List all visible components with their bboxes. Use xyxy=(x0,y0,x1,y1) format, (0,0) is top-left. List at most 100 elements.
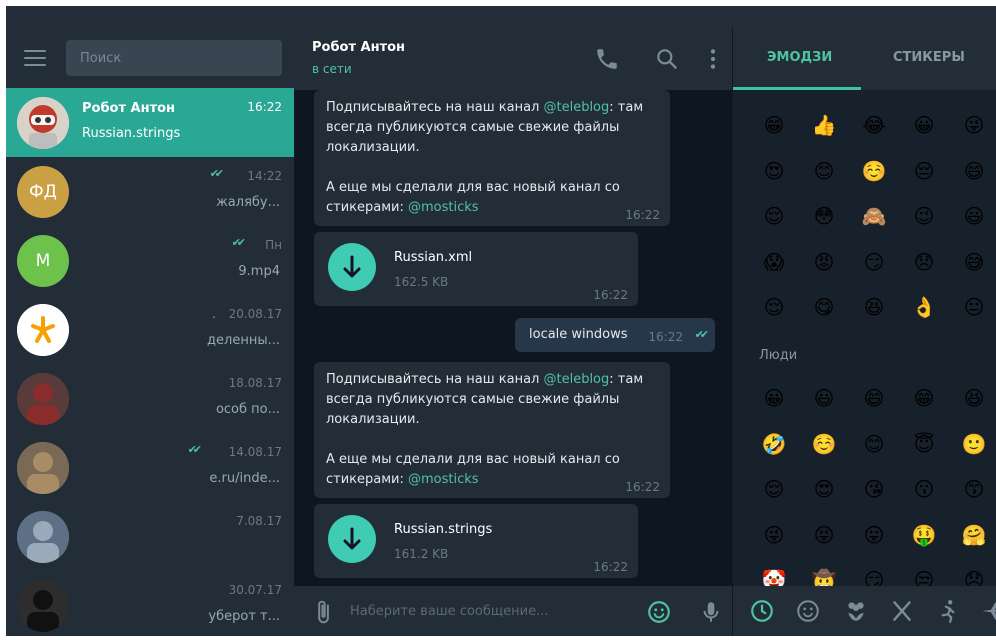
emoji-item[interactable]: 😳 xyxy=(809,201,839,231)
emoji-item[interactable]: 😊 xyxy=(859,429,889,459)
emoji-item[interactable]: 😜 xyxy=(759,520,789,550)
avatar xyxy=(17,442,69,494)
microphone-icon[interactable] xyxy=(698,599,724,625)
chat-list-item[interactable]: 7.08.17 xyxy=(6,502,294,571)
emoji-item[interactable]: 😘 xyxy=(859,474,889,504)
emoji-item[interactable]: 🤡 xyxy=(759,565,789,586)
emoji-item[interactable]: 😛 xyxy=(859,520,889,550)
emoji-item[interactable]: 😏 xyxy=(859,565,889,586)
message-input[interactable] xyxy=(350,599,630,623)
emoji-item[interactable]: 😍 xyxy=(759,156,789,186)
chat-list-item[interactable]: 20.08.17. деленны... xyxy=(6,295,294,364)
emoji-item[interactable]: 😜 xyxy=(959,110,989,140)
emoji-item[interactable]: 😱 xyxy=(759,247,789,277)
tab-stickers[interactable]: СТИКЕРЫ xyxy=(893,50,965,65)
emoji-item[interactable]: 😏 xyxy=(859,247,889,277)
phone-icon[interactable] xyxy=(594,46,620,72)
emoji-item[interactable]: 😞 xyxy=(959,565,989,586)
emoji-item[interactable]: ☺️ xyxy=(859,156,889,186)
chat-preview: 9.mp4 xyxy=(238,264,280,279)
emoji-item[interactable]: 😂 xyxy=(859,110,889,140)
chat-list-item[interactable]: 18.08.17 особ по... xyxy=(6,364,294,433)
chat-list-item[interactable]: ФД 14:22 ✔✔ жалябу... xyxy=(6,157,294,226)
food-utensils-icon[interactable] xyxy=(889,598,915,624)
message-line: локализации. xyxy=(326,140,420,155)
channel-link[interactable]: @mosticks xyxy=(408,472,479,487)
emoji-item[interactable]: 😊 xyxy=(809,156,839,186)
emoji-item[interactable]: 👍 xyxy=(809,110,839,140)
download-icon[interactable] xyxy=(328,515,376,563)
emoji-item[interactable]: 🤑 xyxy=(909,520,939,550)
emoji-item[interactable]: ☺️ xyxy=(809,429,839,459)
emoji-item[interactable]: 😌 xyxy=(759,201,789,231)
message-bubble: Подписывайтесь на наш канал @teleblog: т… xyxy=(314,90,670,226)
emoji-item[interactable]: 😙 xyxy=(959,474,989,504)
emoji-item[interactable]: 😌 xyxy=(759,474,789,504)
attach-icon[interactable] xyxy=(310,599,336,625)
emoji-item[interactable]: 😉 xyxy=(909,201,939,231)
emoji-item[interactable]: 😆 xyxy=(859,292,889,322)
more-vertical-icon[interactable] xyxy=(700,46,726,72)
message-line: Подписывайтесь на наш канал @teleblog: т… xyxy=(326,98,658,118)
emoji-item[interactable]: 😇 xyxy=(909,429,939,459)
tab-emoji[interactable]: ЭМОДЗИ xyxy=(767,50,832,65)
emoji-item[interactable]: 😝 xyxy=(809,520,839,550)
search-input[interactable] xyxy=(66,40,282,76)
chat-list-item[interactable]: 30.07.17 уберот т... xyxy=(6,571,294,636)
emoji-item[interactable]: 😒 xyxy=(909,565,939,586)
chat-list-item[interactable]: 14.08.17 ✔✔ e.ru/inde... xyxy=(6,433,294,502)
emoji-item[interactable]: 😍 xyxy=(809,474,839,504)
emoji-icon[interactable] xyxy=(646,599,672,625)
chat-list-item[interactable]: Робот Антон 16:22 Russian.strings xyxy=(6,88,294,157)
nature-flower-icon[interactable] xyxy=(843,598,869,624)
file-name[interactable]: Russian.strings xyxy=(394,520,492,540)
emoji-item[interactable]: 👌 xyxy=(909,292,939,322)
emoji-item[interactable]: 😗 xyxy=(909,474,939,504)
message-line: всегда публикуются самые свежие файлы xyxy=(326,120,620,135)
search-icon[interactable] xyxy=(654,46,680,72)
emoji-item[interactable]: 😡 xyxy=(809,247,839,277)
emoji-item[interactable]: 😔 xyxy=(909,156,939,186)
emoji-item[interactable]: 😃 xyxy=(809,383,839,413)
chat-title[interactable]: Робот Антон xyxy=(312,40,405,55)
emoji-item[interactable]: 😁 xyxy=(759,110,789,140)
outgoing-message: locale windows 16:22 ✔✔ xyxy=(515,318,715,352)
emoji-item[interactable]: 😀 xyxy=(909,110,939,140)
menu-icon[interactable] xyxy=(24,50,46,66)
emoji-item[interactable]: 🙈 xyxy=(859,201,889,231)
message-line: А еще мы сделали для вас новый канал со xyxy=(326,452,620,467)
channel-link[interactable]: @mosticks xyxy=(408,200,479,215)
chat-time: 14:22 xyxy=(247,169,282,183)
emoji-item[interactable]: 😃 xyxy=(959,201,989,231)
emoji-item[interactable]: 😅 xyxy=(959,247,989,277)
emoji-item[interactable]: 🤠 xyxy=(809,565,839,586)
emoji-item[interactable]: 😄 xyxy=(859,383,889,413)
emoji-item[interactable]: 😆 xyxy=(959,383,989,413)
recent-clock-icon[interactable] xyxy=(749,598,775,624)
emoji-item[interactable]: 😌 xyxy=(759,292,789,322)
travel-plane-icon[interactable] xyxy=(979,598,996,624)
emoji-item[interactable]: 😁 xyxy=(909,383,939,413)
chat-time: 16:22 xyxy=(247,100,282,114)
smiley-category-icon[interactable] xyxy=(795,598,821,624)
message-text: Подписывайтесь на наш канал xyxy=(326,100,544,115)
channel-link[interactable]: @teleblog xyxy=(543,372,609,387)
emoji-item[interactable]: 😀 xyxy=(759,383,789,413)
message-text: Подписывайтесь на наш канал xyxy=(326,372,544,387)
emoji-item[interactable]: 🤗 xyxy=(959,520,989,550)
emoji-panel: ЭМОДЗИ СТИКЕРЫ Люди 😁 👍 😂 😀 😜 😍 😊 ☺️ 😔 😄 😌 😳 🙈 😉 😃 😱 😡 😏 😞… xyxy=(732,28,996,636)
message-text: : там xyxy=(609,100,644,115)
chat-header: Робот Антон в сети xyxy=(294,28,732,90)
emoji-item[interactable]: 😐 xyxy=(959,292,989,322)
emoji-item[interactable]: 🙂 xyxy=(959,429,989,459)
emoji-item[interactable]: 😄 xyxy=(959,156,989,186)
channel-link[interactable]: @teleblog xyxy=(543,100,609,115)
file-name[interactable]: Russian.xml xyxy=(394,248,472,268)
emoji-item[interactable]: 😋 xyxy=(809,292,839,322)
emoji-item[interactable]: 😞 xyxy=(909,247,939,277)
emoji-item[interactable]: 🤣 xyxy=(759,429,789,459)
download-icon[interactable] xyxy=(328,243,376,291)
chat-list-item[interactable]: M Пн ✔✔ 9.mp4 xyxy=(6,226,294,295)
avatar xyxy=(17,97,69,149)
activity-running-icon[interactable] xyxy=(935,598,961,624)
